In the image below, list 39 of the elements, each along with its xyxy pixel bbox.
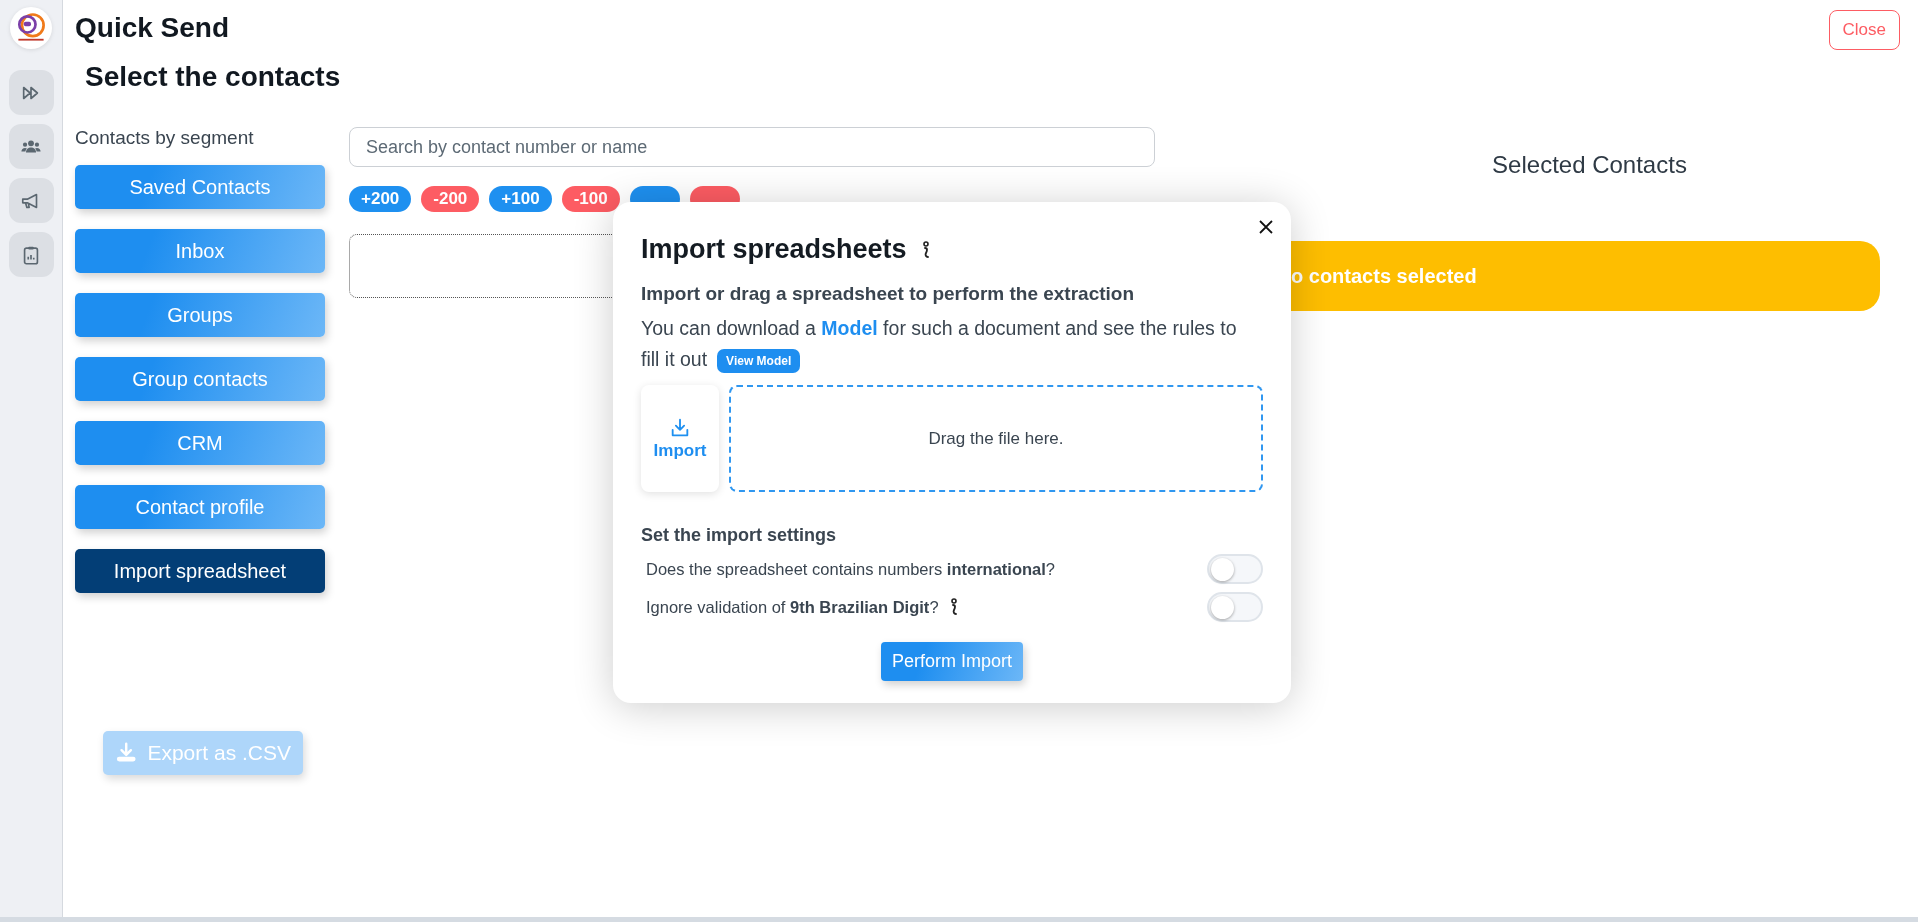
fast-forward-icon[interactable]	[8, 70, 54, 115]
dialog-heading: Import or drag a spreadsheet to perform the extraction	[641, 283, 1136, 305]
setting-label: Ignore validation of 9th Brazilian Digit?	[646, 597, 939, 617]
clipboard-icon[interactable]	[8, 232, 54, 277]
dialog-description: You can download a Model for such a document and see the rules to	[641, 316, 1238, 341]
setting-label: Does the spreadsheet contains numbers international?	[646, 559, 1056, 579]
amount-chip[interactable]: -100	[561, 186, 620, 212]
users-icon[interactable]	[8, 124, 54, 169]
settings-heading: Set the import settings	[641, 525, 838, 546]
toggle-switch[interactable]	[1207, 592, 1263, 622]
info-icon[interactable]	[920, 240, 931, 259]
segment-label: Contacts by segment	[75, 127, 255, 149]
dialog-title: Import spreadsheets	[641, 234, 907, 265]
close-button[interactable]: Close	[1828, 9, 1900, 50]
toggle-switch[interactable]	[1207, 554, 1263, 584]
dialog-description: fill it out	[641, 348, 708, 370]
download-icon	[669, 416, 691, 439]
section-title: Select the contacts	[85, 61, 342, 93]
segment-button[interactable]: Group contacts	[75, 357, 325, 401]
segment-button[interactable]: Saved Contacts	[75, 165, 325, 209]
amount-chip[interactable]: +100	[489, 186, 552, 212]
amount-chip[interactable]: +200	[349, 186, 412, 212]
segment-button[interactable]: Contact profile	[75, 485, 325, 529]
close-icon[interactable]	[1258, 219, 1274, 235]
info-icon[interactable]	[948, 598, 959, 616]
view-model-button[interactable]: View Model	[717, 348, 801, 373]
page-title: Quick Send	[75, 12, 230, 44]
perform-import-button[interactable]: Perform Import	[881, 642, 1023, 681]
segment-button[interactable]: CRM	[75, 421, 325, 465]
megaphone-icon[interactable]	[8, 178, 54, 223]
search-field[interactable]: Search by contact number or name	[349, 127, 1155, 167]
segment-button[interactable]: Inbox	[75, 229, 325, 273]
amount-chip[interactable]: -200	[421, 186, 480, 212]
logo-icon	[10, 7, 52, 49]
segment-button[interactable]: Groups	[75, 293, 325, 337]
import-button[interactable]: Import	[641, 385, 719, 492]
file-drop-zone[interactable]: Drag the file here.	[729, 385, 1263, 492]
selected-contacts-title: Selected Contacts	[1491, 151, 1688, 179]
segment-button[interactable]: Import spreadsheet	[75, 549, 325, 593]
